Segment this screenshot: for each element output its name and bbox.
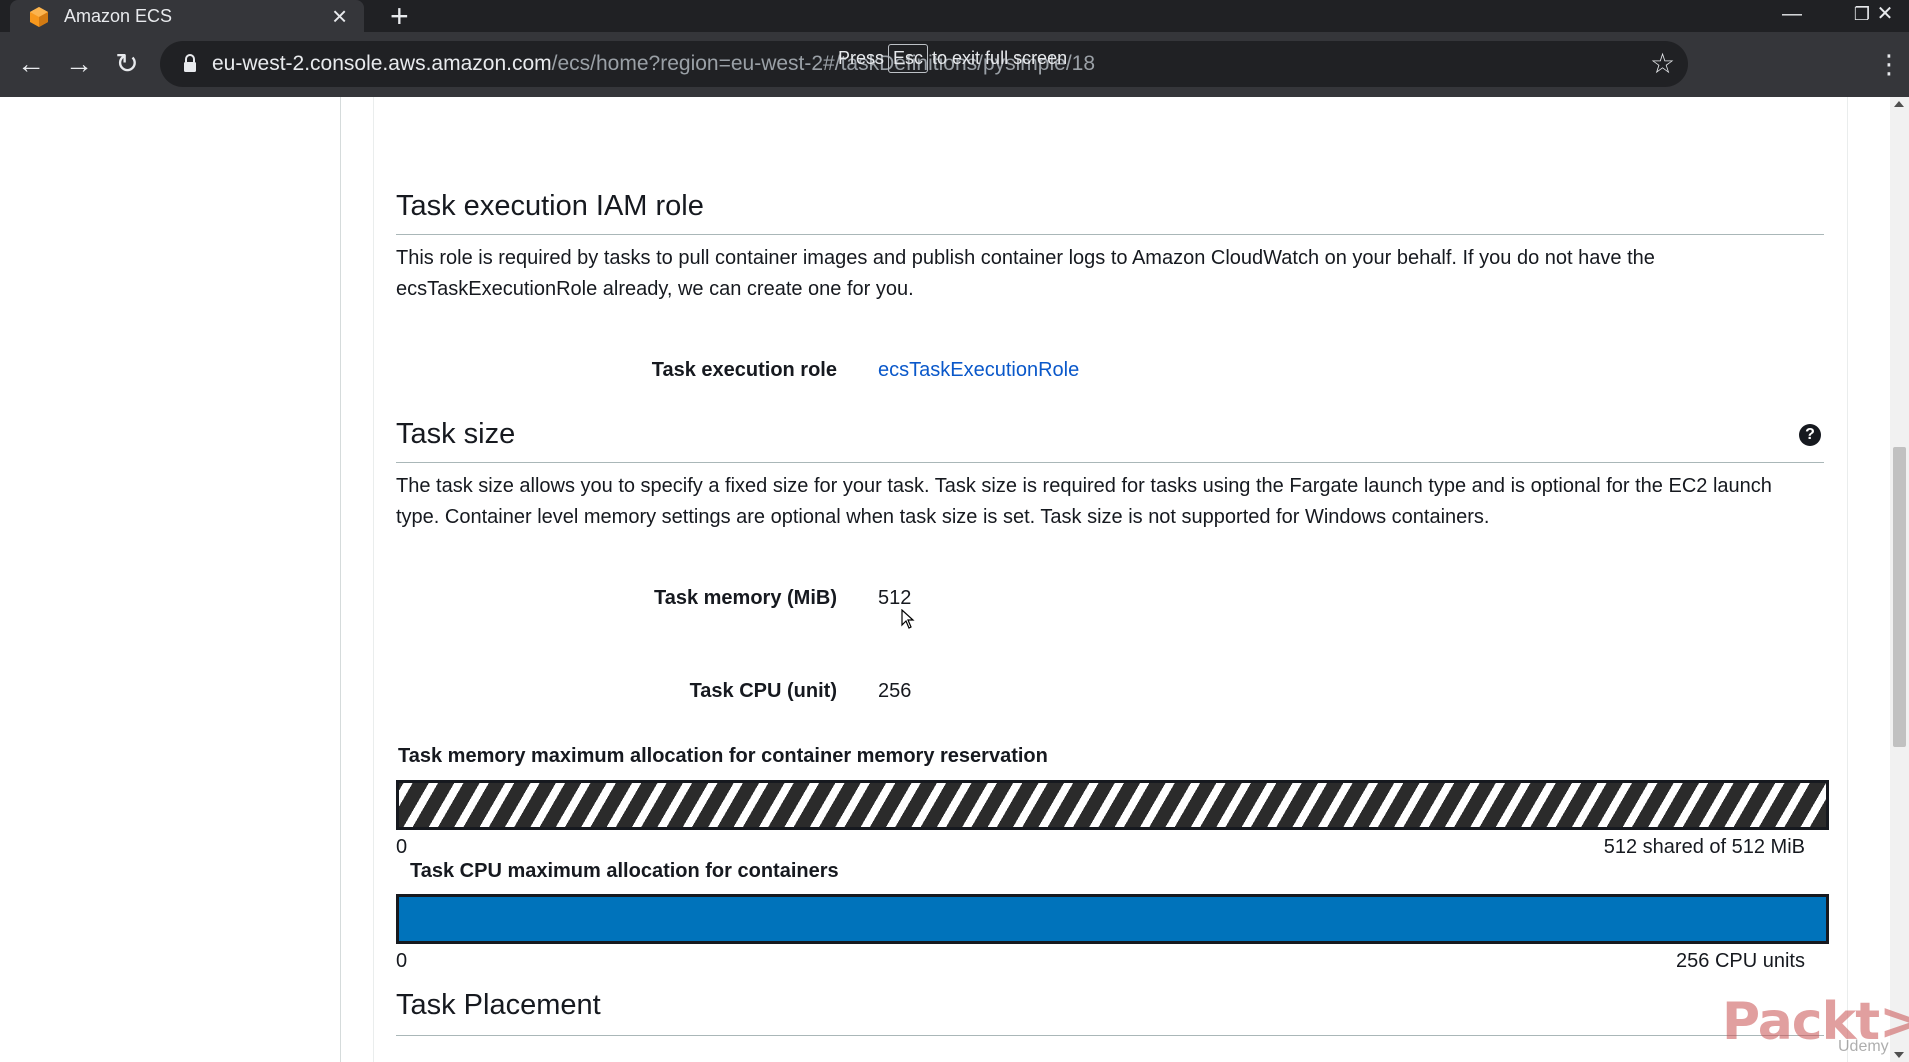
fullscreen-hint-after: to exit full screen bbox=[932, 48, 1068, 68]
memory-axis-max: 512 shared of 512 MiB bbox=[1603, 836, 1805, 858]
back-icon[interactable]: ← bbox=[14, 47, 48, 81]
fullscreen-hint: Press Esc to exit full screen bbox=[838, 44, 1067, 73]
browser-titlebar: Amazon ECS × + — ❐ ✕ bbox=[0, 0, 1909, 32]
task-memory-label: Task memory (MiB) bbox=[653, 587, 837, 609]
forward-icon[interactable]: → bbox=[62, 47, 96, 81]
memory-allocation-bar bbox=[396, 780, 1829, 830]
aws-ecs-icon bbox=[30, 7, 48, 27]
mouse-cursor-icon bbox=[901, 609, 915, 629]
task-placement-title: Task Placement bbox=[396, 989, 601, 1021]
page-viewport: Task execution IAM role This role is req… bbox=[0, 97, 1890, 1062]
execution-role-label: Task execution role bbox=[651, 359, 837, 381]
execution-role-divider bbox=[396, 234, 1824, 235]
execution-role-title: Task execution IAM role bbox=[396, 190, 704, 222]
window-close-icon[interactable]: ✕ bbox=[1862, 0, 1908, 32]
tab-title: Amazon ECS bbox=[64, 6, 173, 26]
scroll-thumb[interactable] bbox=[1893, 447, 1906, 747]
execution-role-description: This role is required by tasks to pull c… bbox=[396, 247, 1655, 300]
memory-axis-min: 0 bbox=[396, 836, 408, 858]
sidebar-divider bbox=[340, 97, 341, 1062]
execution-role-link[interactable]: ecsTaskExecutionRole bbox=[878, 359, 1079, 381]
fullscreen-hint-before: Press bbox=[838, 48, 885, 68]
task-size-description: The task size allows you to specify a fi… bbox=[396, 475, 1772, 528]
browser-menu-icon[interactable]: ⋮ bbox=[1876, 50, 1902, 78]
page-scrollbar[interactable] bbox=[1890, 97, 1909, 1062]
help-icon[interactable]: ? bbox=[1799, 424, 1821, 446]
udemy-watermark: Udemy bbox=[1838, 1038, 1889, 1055]
task-cpu-label: Task CPU (unit) bbox=[689, 680, 837, 702]
task-memory-value: 512 bbox=[878, 587, 912, 609]
reload-icon[interactable]: ↻ bbox=[110, 47, 144, 81]
bookmark-star-icon[interactable]: ☆ bbox=[1650, 47, 1675, 80]
cpu-axis-max: 256 CPU units bbox=[1676, 950, 1805, 972]
lock-icon bbox=[184, 54, 196, 72]
cpu-axis-min: 0 bbox=[396, 950, 408, 972]
task-placement-divider bbox=[396, 1035, 1824, 1036]
scroll-up-icon[interactable] bbox=[1894, 101, 1904, 107]
cpu-allocation-title: Task CPU maximum allocation for containe… bbox=[410, 860, 839, 882]
task-cpu-value: 256 bbox=[878, 680, 912, 702]
minimize-icon[interactable]: — bbox=[1762, 0, 1822, 32]
browser-tab[interactable]: Amazon ECS × bbox=[10, 0, 364, 32]
new-tab-icon[interactable]: + bbox=[390, 0, 409, 32]
task-size-title: Task size bbox=[396, 418, 516, 450]
scroll-down-icon[interactable] bbox=[1894, 1052, 1904, 1058]
memory-allocation-title: Task memory maximum allocation for conta… bbox=[398, 745, 1048, 767]
esc-key: Esc bbox=[888, 44, 929, 73]
url-host: eu-west-2.console.aws.amazon.com bbox=[212, 52, 552, 75]
cpu-allocation-bar bbox=[396, 894, 1829, 944]
task-size-divider bbox=[396, 462, 1824, 463]
close-tab-icon[interactable]: × bbox=[332, 2, 347, 30]
cpu-allocation-fill bbox=[399, 897, 1826, 941]
memory-allocation-fill bbox=[399, 783, 1826, 827]
